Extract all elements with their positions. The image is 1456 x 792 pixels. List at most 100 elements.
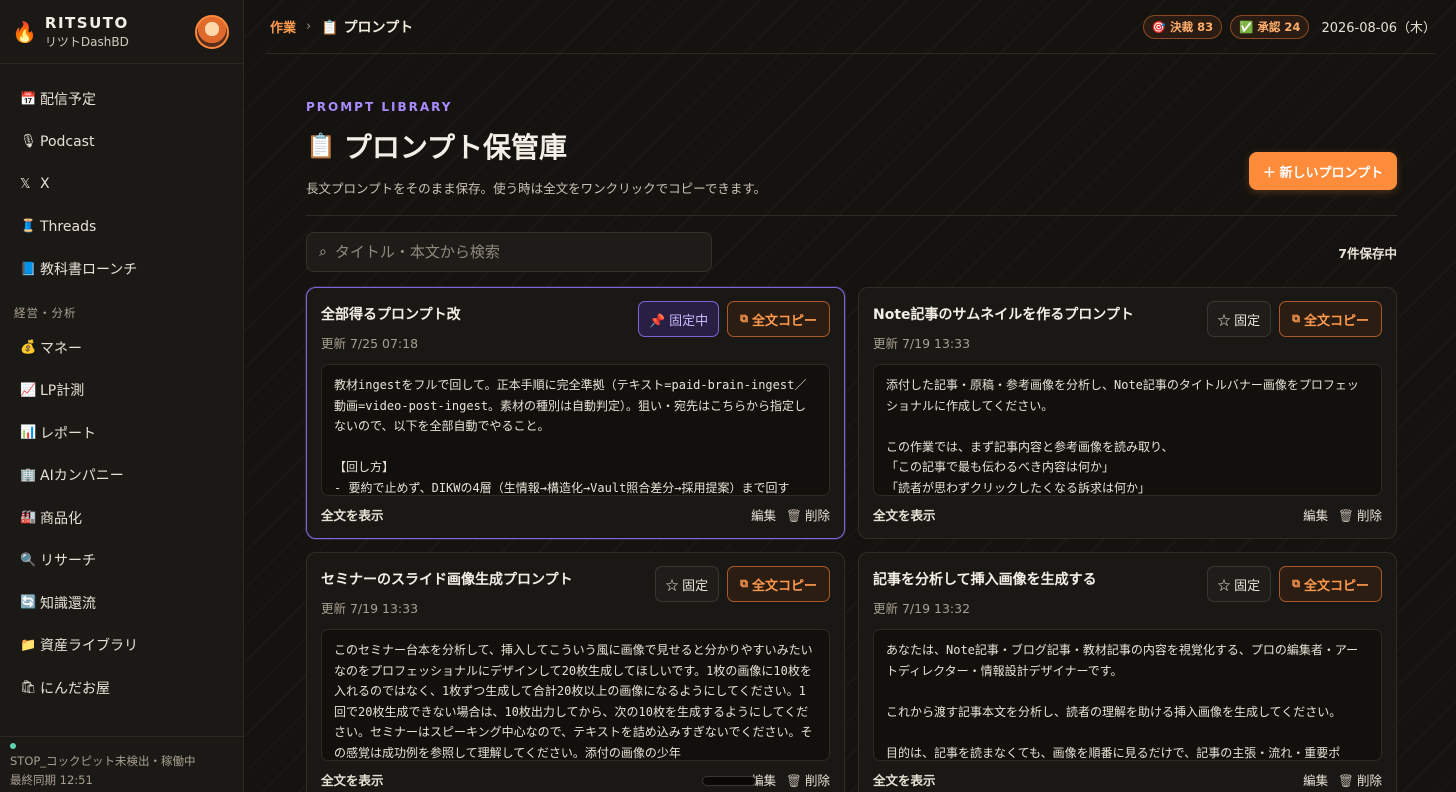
card-footer: 全文を表示 編集 🗑 削除 — [873, 770, 1382, 789]
edit-button[interactable]: 編集 — [1303, 770, 1328, 789]
sidebar-item-asset-library[interactable]: 📁 資産ライブラリ — [0, 624, 243, 667]
page-title: 📋 プロンプト保管庫 — [306, 126, 1397, 166]
badge-label: 決裁 83 — [1170, 19, 1214, 34]
copy-icon: ⧉ — [1292, 577, 1300, 590]
new-prompt-button[interactable]: ＋ 新しいプロンプト — [1249, 152, 1397, 190]
sidebar-item-schedule[interactable]: 📅 配信予定 — [0, 78, 243, 121]
copy-all-button[interactable]: ⧉ 全文コピー — [1279, 301, 1382, 337]
sidebar-item-label: 商品化 — [40, 510, 82, 527]
badge-label: 承認 24 — [1257, 19, 1301, 34]
pin-toggle-button[interactable]: ☆ 固定 — [654, 566, 720, 602]
sidebar-item-label: マネー — [40, 340, 82, 357]
sidebar-item-podcast[interactable]: 🎙 Podcast — [0, 121, 243, 164]
edit-button[interactable]: 編集 — [751, 505, 776, 524]
card-updated: 更新 7/25 07:18 — [321, 336, 419, 351]
sidebar-item-threads[interactable]: 🧵 Threads — [0, 206, 243, 249]
edit-button[interactable]: 編集 — [1303, 505, 1328, 524]
sidebar-item-knowledge-return[interactable]: 🔄 知識還流 — [0, 582, 243, 625]
show-full-button[interactable]: 全文を表示 — [873, 770, 936, 789]
horizontal-scroll-handle[interactable] — [702, 776, 756, 786]
brand-name: RITSUTO — [44, 13, 129, 32]
main-panel: 作業 › 📋 プロンプト 🎯 決裁 83 ✅ 承認 24 2026-08-06（木）… — [244, 0, 1456, 792]
sidebar-section-heading: 経営・分析 — [14, 305, 77, 320]
breadcrumb-chevron-icon: › — [306, 19, 312, 34]
sidebar-item-x[interactable]: 𝕏X — [0, 163, 243, 206]
flame-icon: 🔥 — [12, 19, 37, 44]
microphone-icon: 🎙 — [20, 134, 37, 150]
sidebar-item-research[interactable]: 🔍 リサーチ — [0, 539, 243, 582]
saved-count: 7件保存中 — [1338, 245, 1397, 261]
card-header: セミナーのスライド画像生成プロンプト 更新 7/19 13:33 ☆ 固定 ⧉ 全… — [321, 566, 830, 617]
sidebar-item-label: AIカンパニー — [40, 468, 124, 485]
card-actions: 📌 固定中 ⧉ 全文コピー — [638, 301, 830, 337]
divider — [306, 215, 1397, 216]
copy-all-button[interactable]: ⧉ 全文コピー — [727, 566, 830, 602]
copy-all-button[interactable]: ⧉ 全文コピー — [727, 301, 830, 337]
sidebar-item-ai-company[interactable]: 🏢 AIカンパニー — [0, 454, 243, 497]
card-actions: ☆ 固定 ⧉ 全文コピー — [1206, 566, 1382, 602]
card-footer: 全文を表示 編集 🗑 削除 — [873, 505, 1382, 524]
current-date: 2026-08-06（木） — [1321, 21, 1436, 36]
sidebar-item-label: リサーチ — [40, 553, 96, 570]
factory-icon: 🏭 — [20, 510, 37, 526]
sidebar-item-label: LP計測 — [40, 383, 85, 400]
delete-button[interactable]: 🗑 削除 — [786, 770, 830, 789]
show-full-button[interactable]: 全文を表示 — [321, 770, 384, 789]
sidebar-item-lp-metrics[interactable]: 📈 LP計測 — [0, 369, 243, 412]
show-full-button[interactable]: 全文を表示 — [873, 505, 936, 524]
sidebar-item-label: レポート — [40, 425, 96, 442]
sync-status: STOP_コックピット未検出・稼働中 最終同期 12:51 — [0, 736, 243, 792]
sidebar-item-textbook-launch[interactable]: 📘 教科書ローンチ — [0, 248, 243, 291]
pin-toggle-button[interactable]: 📌 固定中 — [638, 301, 720, 337]
copy-icon: ⧉ — [1292, 312, 1300, 325]
card-updated: 更新 7/19 13:32 — [873, 601, 971, 616]
delete-button[interactable]: 🗑 削除 — [1338, 505, 1382, 524]
delete-button[interactable]: 🗑 削除 — [1338, 770, 1382, 789]
breadcrumb-root[interactable]: 作業 — [270, 17, 296, 36]
magnifier-icon: 🔍 — [20, 552, 37, 568]
copy-label: 全文コピー — [1303, 312, 1369, 328]
sidebar-nav: 📅 配信予定 🎙 Podcast 𝕏X 🧵 Threads 📘 教科書ローンチ 経営・分… — [0, 64, 243, 709]
sidebar-item-label: 資産ライブラリ — [40, 638, 138, 655]
breadcrumb-current: 📋 プロンプト — [321, 19, 414, 36]
check-icon: ✅ — [1239, 19, 1254, 34]
pin-toggle-button[interactable]: ☆ 固定 — [1206, 301, 1272, 337]
search-box: ⌕ — [306, 232, 712, 272]
brand[interactable]: 🔥 RITSUTO リツトDashBD — [0, 0, 243, 64]
prompt-card: 全部得るプロンプト改 更新 7/25 07:18 📌 固定中 ⧉ 全文コピー 教材… — [306, 287, 845, 539]
card-actions: ☆ 固定 ⧉ 全文コピー — [1206, 301, 1382, 337]
sidebar-item-report[interactable]: 📊 レポート — [0, 412, 243, 455]
delete-label: 削除 — [804, 773, 830, 788]
approval-count-badge[interactable]: ✅ 承認 24 — [1230, 14, 1310, 39]
refresh-icon: 🔄 — [20, 595, 37, 611]
sidebar-item-label: にんだお屋 — [40, 680, 110, 697]
search-input[interactable] — [334, 243, 711, 261]
target-icon: 🎯 — [1151, 19, 1167, 34]
prompt-body: あなたは、Note記事・ブログ記事・教材記事の内容を視覚化する、プロの編集者・ア… — [873, 629, 1382, 761]
sidebar-item-productization[interactable]: 🏭 商品化 — [0, 497, 243, 540]
sidebar-item-shop[interactable]: 🛍 にんだお屋 — [0, 667, 243, 710]
sidebar-item-money[interactable]: 💰 マネー — [0, 327, 243, 370]
prompt-card-grid: 全部得るプロンプト改 更新 7/25 07:18 📌 固定中 ⧉ 全文コピー 教材… — [306, 287, 1397, 792]
shopping-bag-icon: 🛍 — [20, 680, 37, 696]
office-building-icon: 🏢 — [20, 467, 37, 483]
decision-count-badge[interactable]: 🎯 決裁 83 — [1142, 14, 1223, 39]
sidebar: 🔥 RITSUTO リツトDashBD 📅 配信予定 🎙 Podcast 𝕏X 🧵 T… — [0, 0, 244, 792]
card-header: Note記事のサムネイルを作るプロンプト 更新 7/19 13:33 ☆ 固定 … — [873, 301, 1382, 352]
show-full-button[interactable]: 全文を表示 — [321, 505, 384, 524]
thread-icon: 🧵 — [20, 219, 37, 235]
x-logo-icon: 𝕏 — [20, 176, 31, 192]
avatar[interactable] — [195, 14, 229, 49]
calendar-icon: 📅 — [20, 91, 37, 107]
delete-button[interactable]: 🗑 削除 — [786, 505, 830, 524]
delete-label: 削除 — [1356, 773, 1382, 788]
trash-icon: 🗑 — [786, 773, 802, 788]
money-bag-icon: 💰 — [20, 340, 37, 356]
copy-label: 全文コピー — [1303, 577, 1369, 593]
prompt-body: このセミナー台本を分析して、挿入してこういう風に画像で見せると分かりやすいみたい… — [321, 629, 830, 761]
prompt-card: セミナーのスライド画像生成プロンプト 更新 7/19 13:33 ☆ 固定 ⧉ 全… — [306, 552, 845, 792]
delete-label: 削除 — [1356, 508, 1382, 523]
pin-toggle-button[interactable]: ☆ 固定 — [1206, 566, 1272, 602]
copy-all-button[interactable]: ⧉ 全文コピー — [1279, 566, 1382, 602]
card-footer: 全文を表示 編集 🗑 削除 — [321, 505, 830, 524]
